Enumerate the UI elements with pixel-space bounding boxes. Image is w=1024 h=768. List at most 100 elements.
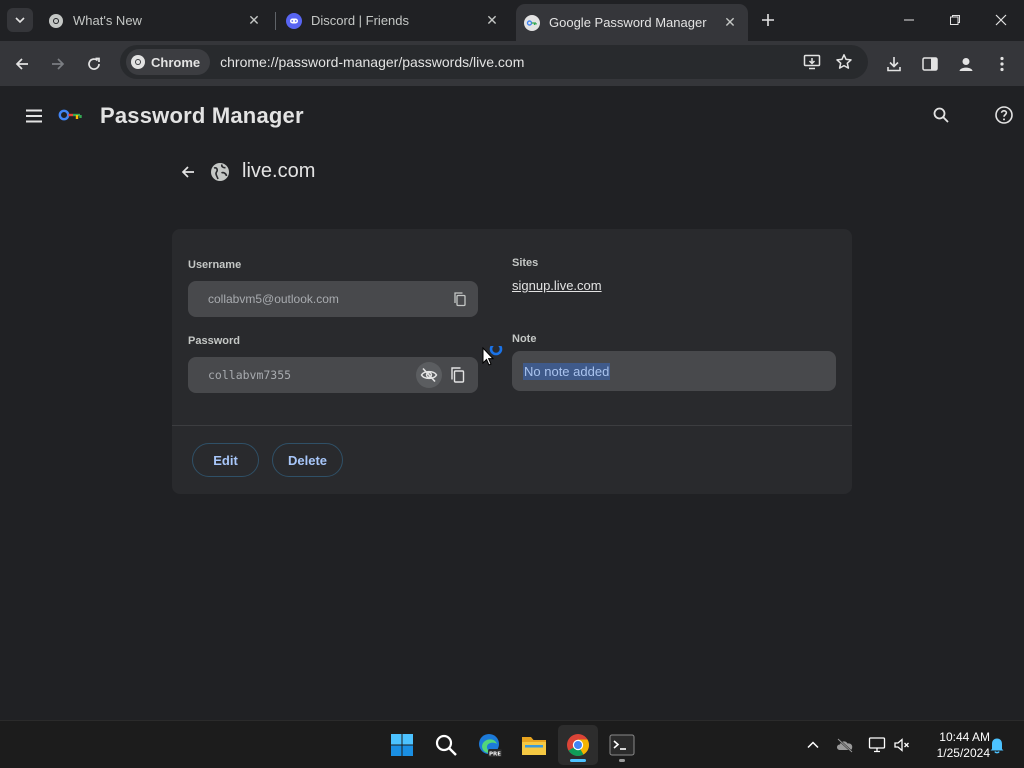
forward-button[interactable] <box>45 51 71 77</box>
bell-icon <box>990 738 1004 754</box>
terminal-icon <box>609 734 635 756</box>
close-icon[interactable]: ✕ <box>482 11 502 31</box>
chrome-menu-button[interactable] <box>989 51 1015 77</box>
hide-password-button[interactable] <box>416 362 442 388</box>
onedrive-tray-button[interactable] <box>835 735 855 755</box>
close-icon[interactable]: ✕ <box>720 13 740 33</box>
back-to-list-button[interactable] <box>176 160 200 184</box>
edit-button[interactable]: Edit <box>192 443 259 477</box>
discord-icon <box>286 12 302 29</box>
active-app-indicator <box>570 759 586 762</box>
notifications-button[interactable] <box>987 735 1007 755</box>
chevron-down-icon <box>15 17 25 24</box>
bookmark-star-button[interactable] <box>832 50 856 74</box>
network-icon <box>868 737 886 753</box>
new-tab-button[interactable] <box>757 9 779 31</box>
volume-muted-icon <box>894 738 909 752</box>
search-passwords-button[interactable] <box>929 103 953 127</box>
chevron-up-icon <box>807 741 819 749</box>
minimize-icon <box>904 19 914 21</box>
show-hidden-icons-button[interactable] <box>803 735 823 755</box>
restore-button[interactable] <box>940 6 970 34</box>
username-field[interactable]: collabvm5@outlook.com <box>188 281 478 317</box>
taskbar-edge-beta[interactable]: PRE <box>470 725 510 765</box>
minimize-button[interactable] <box>894 6 924 34</box>
install-app-button[interactable] <box>800 50 824 74</box>
network-tray-button[interactable] <box>867 735 887 755</box>
restore-icon <box>950 15 960 25</box>
tab-discord-friends[interactable]: Discord | Friends ✕ <box>278 4 510 37</box>
open-app-indicator <box>619 759 625 762</box>
chrome-icon <box>567 734 589 756</box>
password-label: Password <box>188 335 240 347</box>
busy-cursor-icon <box>482 346 503 366</box>
windows-start-icon <box>391 734 413 756</box>
globe-icon <box>211 163 229 181</box>
arrow-left-icon <box>15 58 28 70</box>
help-button[interactable] <box>992 103 1016 127</box>
site-chip[interactable]: Chrome <box>126 49 211 75</box>
tab-search-button[interactable] <box>7 8 33 32</box>
arrow-left-icon <box>181 166 194 178</box>
browser-toolbar: Chrome chrome://password-manager/passwor… <box>0 41 1024 86</box>
site-link[interactable]: signup.live.com <box>512 278 602 293</box>
copy-password-button[interactable] <box>445 362 471 388</box>
password-manager-page: Password Manager live.com Username colla… <box>0 86 1024 720</box>
plus-icon <box>762 14 774 26</box>
tab-title: Discord | Friends <box>311 13 410 28</box>
install-icon <box>803 54 821 70</box>
tab-title: Google Password Manager <box>549 15 707 30</box>
taskbar-clock[interactable]: 10:44 AM 1/25/2024 <box>918 729 990 761</box>
note-field[interactable]: No note added <box>512 351 836 391</box>
file-explorer-icon <box>522 737 546 755</box>
sites-label: Sites <box>512 257 539 269</box>
taskbar-file-explorer[interactable] <box>514 725 554 765</box>
note-value: No note added <box>523 362 611 380</box>
main-menu-button[interactable] <box>22 104 46 128</box>
reload-button[interactable] <box>81 51 107 77</box>
profile-icon <box>959 58 973 71</box>
search-icon <box>435 734 457 756</box>
chip-label: Chrome <box>151 54 201 70</box>
chrome-icon <box>48 13 64 29</box>
username-value: collabvm5@outlook.com <box>208 292 339 306</box>
start-button[interactable] <box>382 725 422 765</box>
back-button[interactable] <box>9 51 35 77</box>
profile-button[interactable] <box>953 51 979 77</box>
close-icon <box>995 14 1007 26</box>
close-window-button[interactable] <box>986 6 1016 34</box>
chrome-icon <box>130 54 146 70</box>
password-manager-logo-icon <box>58 109 82 121</box>
username-label: Username <box>188 259 242 271</box>
downloads-button[interactable] <box>881 51 907 77</box>
site-title: live.com <box>242 160 316 182</box>
url-text: chrome://password-manager/passwords/live… <box>220 54 525 70</box>
download-icon <box>887 57 901 72</box>
help-icon <box>995 106 1013 124</box>
address-bar[interactable]: Chrome chrome://password-manager/passwor… <box>120 45 868 79</box>
taskbar-chrome[interactable] <box>558 725 598 765</box>
side-panel-icon <box>922 57 938 71</box>
star-icon <box>836 54 852 69</box>
clock-time: 10:44 AM <box>939 730 990 744</box>
copy-icon <box>451 367 465 383</box>
edge-beta-icon: PRE <box>479 734 502 757</box>
side-panel-button[interactable] <box>917 51 943 77</box>
tab-whats-new[interactable]: What's New ✕ <box>40 4 272 37</box>
password-value: collabvm7355 <box>208 368 292 382</box>
note-label: Note <box>512 333 537 345</box>
copy-username-button[interactable] <box>447 286 473 312</box>
tab-strip: What's New ✕ Discord | Friends ✕ Google … <box>0 0 1024 41</box>
tab-separator <box>275 12 276 30</box>
tab-google-password-manager[interactable]: Google Password Manager ✕ <box>516 4 748 41</box>
taskbar-terminal[interactable] <box>602 725 642 765</box>
close-icon[interactable]: ✕ <box>244 11 264 31</box>
taskbar-search-button[interactable] <box>426 725 466 765</box>
volume-tray-button[interactable] <box>892 735 912 755</box>
delete-button[interactable]: Delete <box>272 443 343 477</box>
password-manager-icon <box>524 14 540 31</box>
reload-icon <box>88 57 100 70</box>
more-vert-icon <box>1000 56 1004 72</box>
tab-title: What's New <box>73 13 142 28</box>
password-field[interactable]: collabvm7355 <box>188 357 478 393</box>
